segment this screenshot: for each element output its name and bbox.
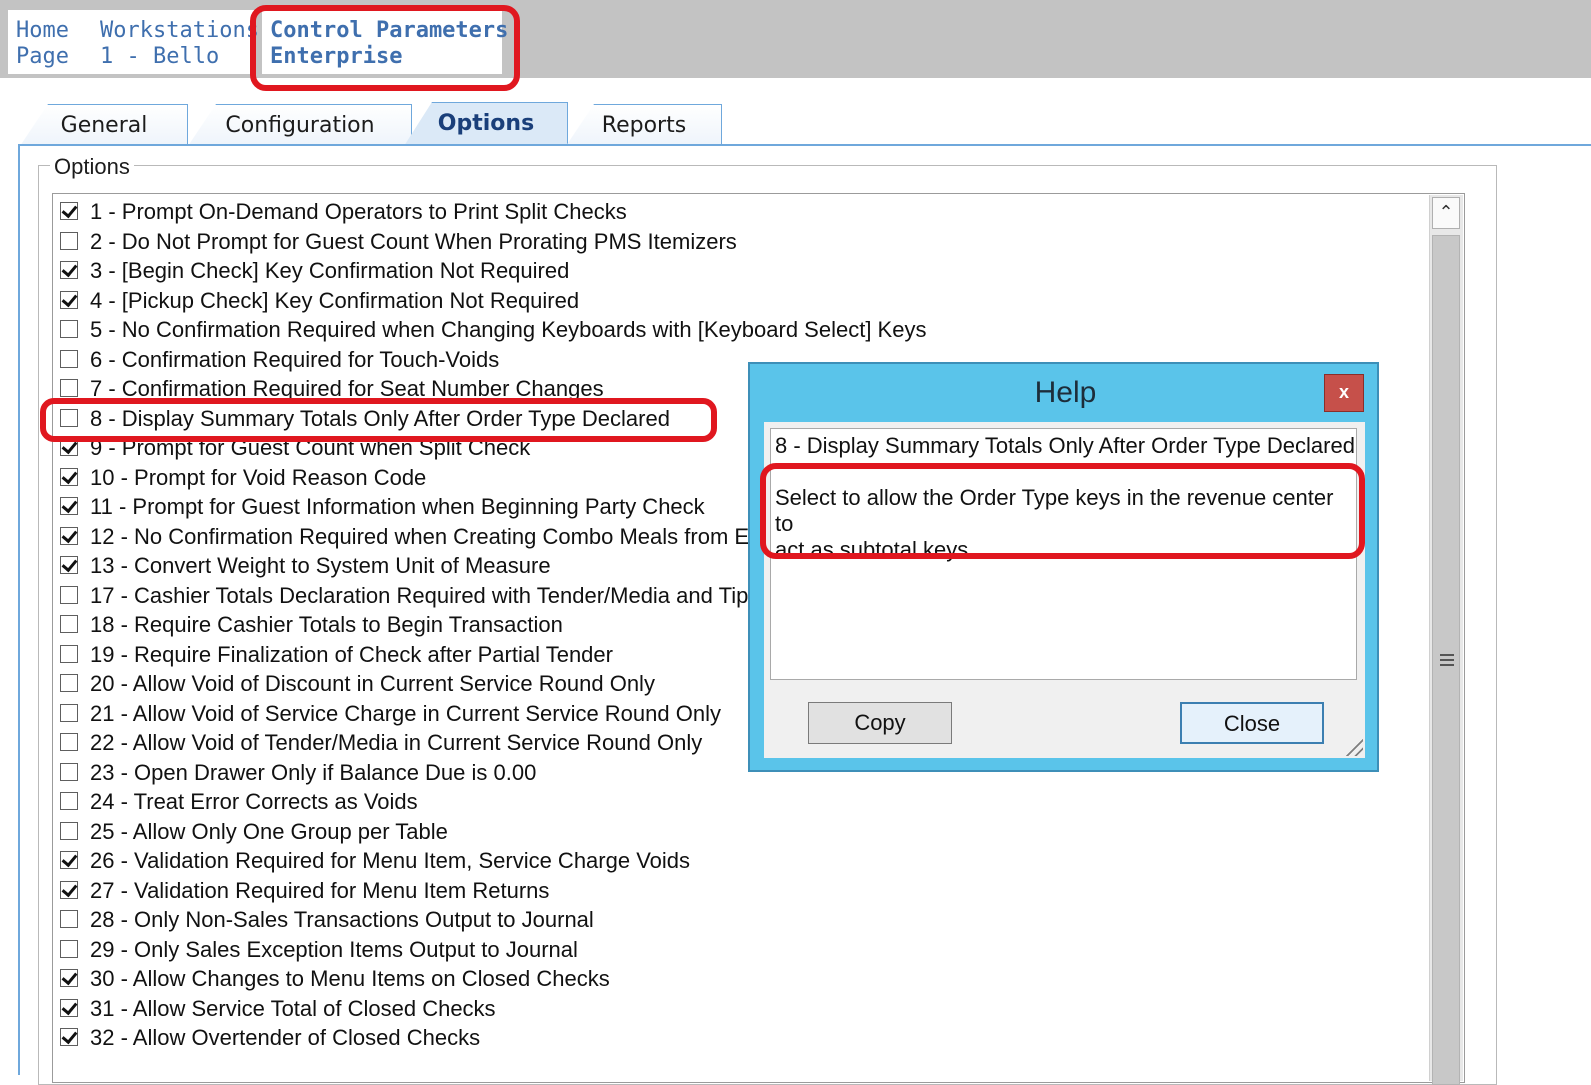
option-label: 2 - Do Not Prompt for Guest Count When P… xyxy=(90,229,737,254)
checkbox-unchecked[interactable] xyxy=(60,586,78,604)
option-row[interactable]: 2 - Do Not Prompt for Guest Count When P… xyxy=(53,227,1423,256)
tab-configuration-label: Configuration xyxy=(225,113,375,138)
option-label: 6 - Confirmation Required for Touch-Void… xyxy=(90,347,500,372)
checkbox-checked[interactable] xyxy=(60,556,78,574)
help-dialog: Help x 8 - Display Summary Totals Only A… xyxy=(748,362,1379,772)
breadcrumb-workstations[interactable]: Workstations 1 - Bello xyxy=(92,10,259,74)
checkbox-unchecked[interactable] xyxy=(60,379,78,397)
breadcrumb-highlight-annotation xyxy=(250,5,520,91)
scroll-up-arrow-icon[interactable]: ⌃ xyxy=(1432,197,1460,229)
option-label: 13 - Convert Weight to System Unit of Me… xyxy=(90,553,551,578)
option-label: 18 - Require Cashier Totals to Begin Tra… xyxy=(90,612,563,637)
tab-options-label: Options xyxy=(437,111,535,136)
checkbox-checked[interactable] xyxy=(60,468,78,486)
scroll-thumb[interactable] xyxy=(1432,235,1460,1085)
breadcrumb-home-line2: Page xyxy=(16,44,69,69)
tab-general-label: General xyxy=(60,113,148,138)
checkbox-unchecked[interactable] xyxy=(60,615,78,633)
checkbox-checked[interactable] xyxy=(60,969,78,987)
option-label: 21 - Allow Void of Service Charge in Cur… xyxy=(90,701,721,726)
option-row[interactable]: 3 - [Begin Check] Key Confirmation Not R… xyxy=(53,256,1423,285)
option-label: 11 - Prompt for Guest Information when B… xyxy=(90,494,705,519)
option-label: 27 - Validation Required for Menu Item R… xyxy=(90,878,550,903)
breadcrumb-workstations-line2: 1 - Bello xyxy=(100,44,220,69)
help-description-highlight-annotation xyxy=(760,463,1365,559)
help-dialog-title: Help xyxy=(1034,376,1097,409)
checkbox-unchecked[interactable] xyxy=(60,822,78,840)
tab-bar: General Configuration Options Reports xyxy=(0,100,1591,146)
tab-options[interactable]: Options xyxy=(404,102,568,146)
option-row[interactable]: 26 - Validation Required for Menu Item, … xyxy=(53,846,1423,875)
copy-button[interactable]: Copy xyxy=(808,702,952,744)
option-row[interactable]: 27 - Validation Required for Menu Item R… xyxy=(53,876,1423,905)
breadcrumb-home[interactable]: Home Page xyxy=(8,10,94,74)
checkbox-checked[interactable] xyxy=(60,851,78,869)
grip-icon xyxy=(1440,654,1454,666)
checkbox-unchecked[interactable] xyxy=(60,350,78,368)
option-label: 3 - [Begin Check] Key Confirmation Not R… xyxy=(90,258,570,283)
checkbox-unchecked[interactable] xyxy=(60,910,78,928)
close-button[interactable]: Close xyxy=(1180,702,1324,744)
options-group-title: Options xyxy=(50,154,134,180)
checkbox-unchecked[interactable] xyxy=(60,733,78,751)
option-label: 4 - [Pickup Check] Key Confirmation Not … xyxy=(90,288,580,313)
checkbox-unchecked[interactable] xyxy=(60,645,78,663)
option-8-highlight-annotation xyxy=(40,398,717,442)
vertical-scrollbar[interactable]: ⌃ xyxy=(1429,195,1463,1085)
option-label: 32 - Allow Overtender of Closed Checks xyxy=(90,1025,481,1050)
tab-general[interactable]: General xyxy=(20,104,188,146)
checkbox-unchecked[interactable] xyxy=(60,674,78,692)
option-row[interactable]: 1 - Prompt On-Demand Operators to Print … xyxy=(53,197,1423,226)
option-row[interactable]: 5 - No Confirmation Required when Changi… xyxy=(53,315,1423,344)
checkbox-unchecked[interactable] xyxy=(60,232,78,250)
option-label: 17 - Cashier Totals Declaration Required… xyxy=(90,583,749,608)
option-label: 5 - No Confirmation Required when Changi… xyxy=(90,317,927,342)
option-label: 20 - Allow Void of Discount in Current S… xyxy=(90,671,655,696)
option-label: 22 - Allow Void of Tender/Media in Curre… xyxy=(90,730,703,755)
option-row[interactable]: 24 - Treat Error Corrects as Voids xyxy=(53,787,1423,816)
checkbox-checked[interactable] xyxy=(60,202,78,220)
breadcrumb-workstations-line1: Workstations xyxy=(100,18,259,43)
option-label: 1 - Prompt On-Demand Operators to Print … xyxy=(90,199,627,224)
checkbox-checked[interactable] xyxy=(60,1028,78,1046)
option-row[interactable]: 30 - Allow Changes to Menu Items on Clos… xyxy=(53,964,1423,993)
option-label: 10 - Prompt for Void Reason Code xyxy=(90,465,427,490)
option-label: 23 - Open Drawer Only if Balance Due is … xyxy=(90,760,537,785)
option-label: 19 - Require Finalization of Check after… xyxy=(90,642,613,667)
resize-grip-icon[interactable] xyxy=(1343,736,1363,756)
tab-reports-label: Reports xyxy=(601,113,687,138)
breadcrumb-home-line1: Home xyxy=(16,18,69,43)
close-icon[interactable]: x xyxy=(1324,374,1364,412)
option-label: 31 - Allow Service Total of Closed Check… xyxy=(90,996,496,1021)
option-label: 30 - Allow Changes to Menu Items on Clos… xyxy=(90,966,610,991)
option-row[interactable]: 28 - Only Non-Sales Transactions Output … xyxy=(53,905,1423,934)
option-label: 28 - Only Non-Sales Transactions Output … xyxy=(90,907,594,932)
panel-left-border xyxy=(18,144,20,1075)
option-label: 29 - Only Sales Exception Items Output t… xyxy=(90,937,578,962)
tab-underline xyxy=(18,144,1591,146)
option-row[interactable]: 31 - Allow Service Total of Closed Check… xyxy=(53,994,1423,1023)
option-label: 26 - Validation Required for Menu Item, … xyxy=(90,848,691,873)
checkbox-checked[interactable] xyxy=(60,261,78,279)
checkbox-checked[interactable] xyxy=(60,999,78,1017)
option-row[interactable]: 25 - Allow Only One Group per Table xyxy=(53,817,1423,846)
option-row[interactable]: 4 - [Pickup Check] Key Confirmation Not … xyxy=(53,286,1423,315)
checkbox-checked[interactable] xyxy=(60,291,78,309)
checkbox-checked[interactable] xyxy=(60,527,78,545)
checkbox-unchecked[interactable] xyxy=(60,792,78,810)
checkbox-unchecked[interactable] xyxy=(60,320,78,338)
checkbox-unchecked[interactable] xyxy=(60,763,78,781)
checkbox-unchecked[interactable] xyxy=(60,940,78,958)
checkbox-checked[interactable] xyxy=(60,881,78,899)
tab-reports[interactable]: Reports xyxy=(566,104,722,146)
checkbox-checked[interactable] xyxy=(60,497,78,515)
checkbox-unchecked[interactable] xyxy=(60,704,78,722)
option-label: 24 - Treat Error Corrects as Voids xyxy=(90,789,418,814)
option-row[interactable]: 32 - Allow Overtender of Closed Checks xyxy=(53,1023,1423,1052)
help-option-title: 8 - Display Summary Totals Only After Or… xyxy=(775,433,1355,458)
option-label: 12 - No Confirmation Required when Creat… xyxy=(90,524,761,549)
option-label: 25 - Allow Only One Group per Table xyxy=(90,819,448,844)
tab-configuration[interactable]: Configuration xyxy=(188,104,412,146)
option-row[interactable]: 29 - Only Sales Exception Items Output t… xyxy=(53,935,1423,964)
